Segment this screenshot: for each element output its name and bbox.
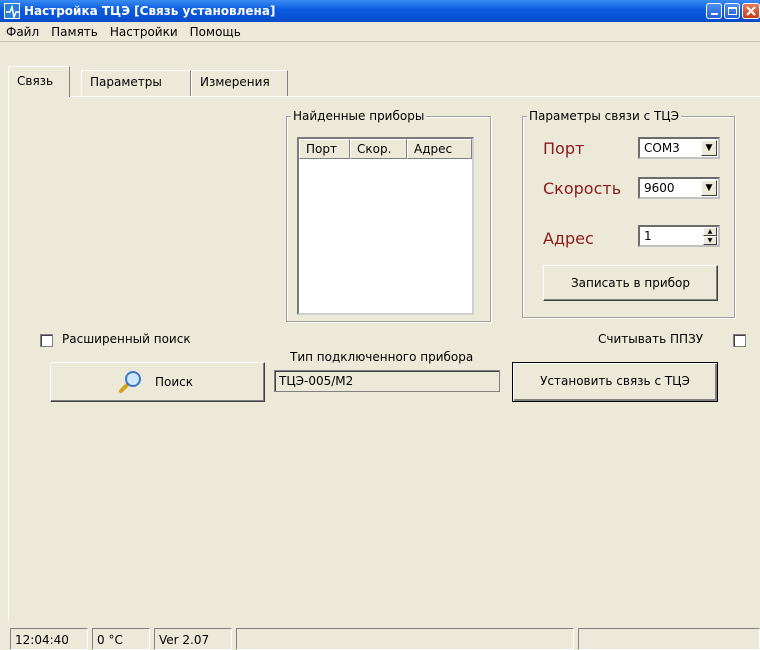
address-spinbox[interactable]: 1 ▲ ▼ [638, 225, 720, 247]
extended-search-label: Расширенный поиск [62, 332, 191, 346]
found-devices-title: Найденные приборы [291, 109, 427, 123]
tab-measurements[interactable]: Измерения [191, 70, 288, 96]
maximize-icon[interactable] [724, 3, 740, 19]
close-icon[interactable] [742, 3, 760, 19]
tab-strip: Связь Параметры Измерения [8, 66, 760, 97]
status-temperature: 0 °C [92, 628, 150, 650]
speed-select[interactable]: 9600 ▼ [638, 177, 720, 199]
address-value: 1 [644, 229, 652, 243]
magnifier-icon [117, 369, 143, 395]
eeprom-checkbox[interactable] [733, 334, 746, 347]
app-icon [4, 3, 20, 20]
port-select[interactable]: COM3 ▼ [638, 137, 720, 159]
window-title: Настройка ТЦЭ [Связь установлена] [24, 4, 276, 18]
status-panel-empty [236, 628, 574, 650]
port-label: Порт [543, 139, 585, 158]
speed-value: 9600 [644, 181, 675, 195]
connection-params-title: Параметры связи с ТЦЭ [527, 109, 681, 123]
menu-file[interactable]: Файл [0, 25, 45, 39]
chevron-down-icon[interactable]: ▼ [701, 180, 717, 196]
status-panel-empty-2 [578, 628, 760, 650]
spin-up-icon[interactable]: ▲ [703, 227, 717, 236]
column-address[interactable]: Адрес [407, 139, 472, 159]
address-label: Адрес [543, 229, 594, 248]
tab-parameters[interactable]: Параметры [81, 70, 191, 96]
title-bar: Настройка ТЦЭ [Связь установлена] [0, 0, 760, 22]
device-type-label: Тип подключенного прибора [290, 350, 474, 364]
spin-down-icon[interactable]: ▼ [703, 236, 717, 245]
connection-params-group: Параметры связи с ТЦЭ Порт COM3 ▼ Скорос… [522, 109, 735, 318]
column-speed[interactable]: Скор. [350, 139, 407, 159]
search-button-label: Поиск [155, 375, 194, 389]
found-devices-group: Найденные приборы Порт Скор. Адрес [286, 109, 491, 322]
search-button[interactable]: Поиск [50, 362, 265, 402]
column-port[interactable]: Порт [299, 139, 350, 159]
speed-label: Скорость [543, 179, 622, 198]
menu-bar: Файл Память Настройки Помощь [0, 22, 760, 42]
eeprom-label: Считывать ППЗУ [598, 332, 704, 346]
menu-memory[interactable]: Память [45, 25, 104, 39]
menu-help[interactable]: Помощь [184, 25, 247, 39]
device-type-field: ТЦЭ-005/М2 [274, 370, 500, 392]
status-version: Ver 2.07 [154, 628, 232, 650]
extended-search-checkbox[interactable] [40, 334, 53, 347]
status-time: 12:04:40 [10, 628, 88, 650]
chevron-down-icon[interactable]: ▼ [701, 140, 717, 156]
connect-button[interactable]: Установить связь с ТЦЭ [512, 362, 718, 402]
list-header: Порт Скор. Адрес [299, 139, 472, 159]
menu-settings[interactable]: Настройки [104, 25, 184, 39]
tab-connection[interactable]: Связь [8, 66, 70, 97]
minimize-icon[interactable] [706, 3, 722, 19]
status-bar: 12:04:40 0 °C Ver 2.07 [0, 626, 760, 650]
port-value: COM3 [644, 141, 680, 155]
write-to-device-button[interactable]: Записать в прибор [543, 265, 718, 301]
found-devices-list[interactable]: Порт Скор. Адрес [297, 137, 474, 315]
